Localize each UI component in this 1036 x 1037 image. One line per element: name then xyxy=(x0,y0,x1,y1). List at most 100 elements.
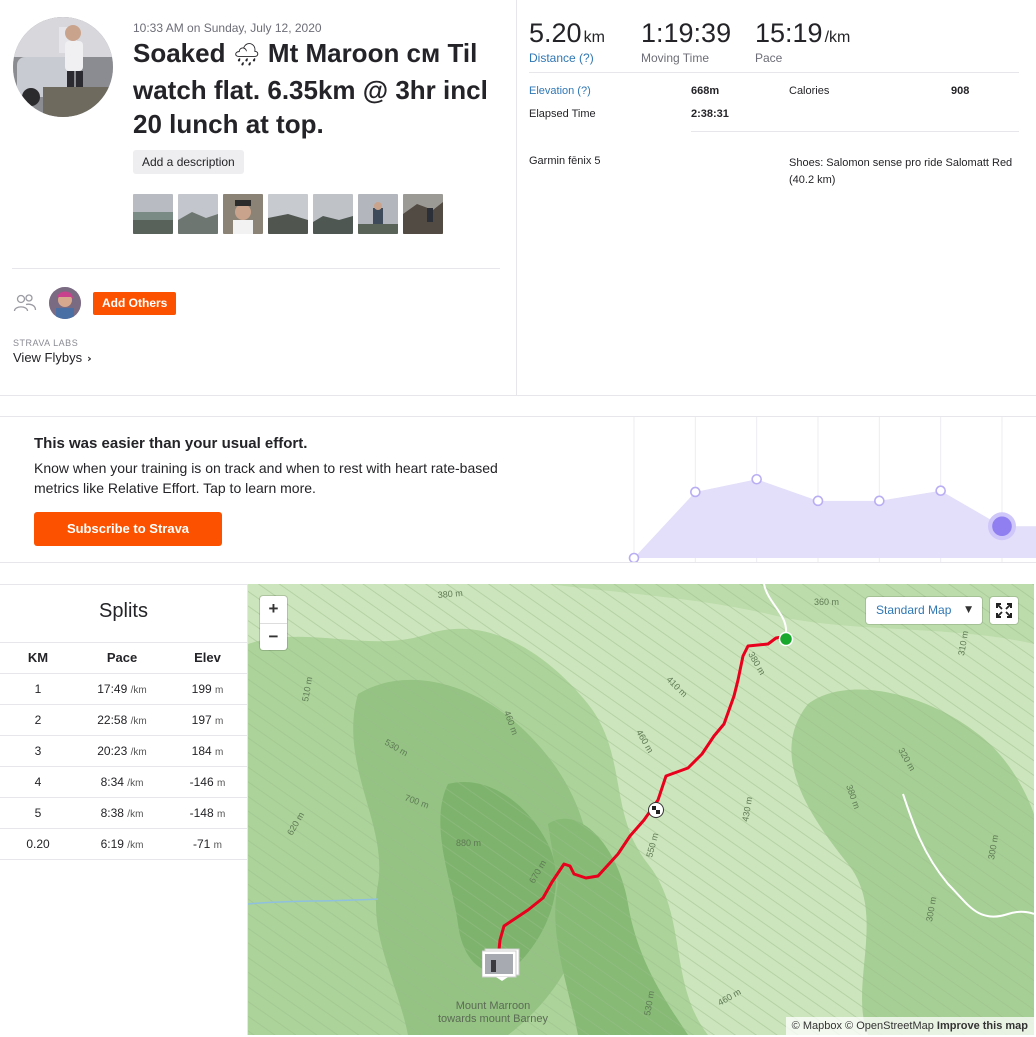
title-text-start: Soaked xyxy=(133,38,226,68)
elevation-help-link[interactable]: Elevation (?) xyxy=(529,85,591,97)
column-header: KM xyxy=(0,643,76,674)
route-map[interactable]: 380 m 360 m 380 m 410 m 460 m 510 m 530 m 460 m… xyxy=(248,584,1034,1035)
chevron-right-icon: › xyxy=(87,352,92,365)
split-km: 3 xyxy=(0,735,76,767)
split-km: 2 xyxy=(0,704,76,736)
map-attribution: © Mapbox © OpenStreetMap Improve this ma… xyxy=(785,1017,1034,1035)
table-row: 1 17:49 /km 199 m xyxy=(0,673,247,705)
poi-line-2: towards mount Barney xyxy=(437,1013,549,1025)
splits-header-row: KM Pace Elev xyxy=(0,643,247,674)
finish-marker[interactable] xyxy=(648,802,664,818)
distance-value: 5.20 xyxy=(529,18,582,48)
photo-thumbnail[interactable] xyxy=(358,194,398,234)
photo-thumbnail[interactable] xyxy=(133,194,173,234)
stat-moving-time: 1:19:39 Moving Time xyxy=(641,18,731,65)
start-marker[interactable] xyxy=(778,631,794,647)
map-style-dropdown[interactable]: Standard Map ▼ xyxy=(866,597,982,624)
table-row: 4 8:34 /km -146 m xyxy=(0,766,247,798)
zoom-in-button[interactable]: + xyxy=(260,596,287,623)
divider xyxy=(691,131,1019,132)
athlete-avatar[interactable] xyxy=(13,17,113,117)
split-km: 4 xyxy=(0,766,76,798)
current-week-point xyxy=(992,516,1012,537)
chart-point xyxy=(812,495,824,507)
moving-time-value: 1:19:39 xyxy=(641,18,732,48)
relative-effort-chart[interactable] xyxy=(620,417,1036,562)
fullscreen-button[interactable] xyxy=(990,597,1018,624)
table-row: 0.20 6:19 /km -71 m xyxy=(0,828,247,860)
osm-link[interactable]: © OpenStreetMap xyxy=(845,1020,934,1032)
photo-thumbnail[interactable] xyxy=(223,194,263,234)
group-athletes-icon xyxy=(13,294,37,312)
subscribe-button[interactable]: Subscribe to Strava xyxy=(34,512,222,546)
zoom-out-button[interactable]: − xyxy=(260,623,287,650)
photo-location-label: Mount Marroon towards mount Barney xyxy=(418,1000,568,1026)
photo-thumbnail[interactable] xyxy=(403,194,443,234)
divider xyxy=(12,268,500,269)
elevation-value: 668m xyxy=(691,85,720,97)
photo-marker[interactable] xyxy=(481,948,522,982)
split-elev: 199 m xyxy=(168,673,247,705)
caret-down-icon: ▼ xyxy=(965,605,972,615)
elapsed-time-value: 2:38:31 xyxy=(691,108,729,120)
table-row: 3 20:23 /km 184 m xyxy=(0,735,247,767)
split-elev: -71 m xyxy=(168,828,247,860)
chart-point xyxy=(935,485,946,496)
activity-header: 10:33 AM on Sunday, July 12, 2020 Soaked… xyxy=(0,0,1036,396)
map-style-label: Standard Map xyxy=(876,603,952,617)
splits-title: Splits xyxy=(0,585,247,643)
chart-point xyxy=(751,473,762,485)
mapbox-link[interactable]: © Mapbox xyxy=(792,1020,842,1032)
photo-strip xyxy=(133,194,443,234)
add-description-button[interactable]: Add a description xyxy=(133,150,244,174)
split-pace: 17:49 /km xyxy=(76,673,168,705)
photo-thumbnail[interactable] xyxy=(268,194,308,234)
rain-cloud-icon: 🌧 xyxy=(232,43,261,68)
poi-line-1: Mount Marroon xyxy=(455,1000,531,1012)
expand-icon xyxy=(996,603,1012,618)
split-km: 1 xyxy=(0,673,76,705)
split-pace: 8:34 /km xyxy=(76,766,168,798)
zoom-controls: + − xyxy=(260,596,287,650)
column-header: Elev xyxy=(168,643,247,674)
tagged-athlete-avatar[interactable] xyxy=(49,287,81,319)
improve-map-link[interactable]: Improve this map xyxy=(937,1020,1028,1032)
chart-point xyxy=(690,486,701,498)
stat-pace: 15:19/km Pace xyxy=(755,18,850,65)
shoes-info: Shoes: Salomon sense pro ride Salomatt R… xyxy=(789,157,1013,186)
photo-thumbnail[interactable] xyxy=(313,194,353,234)
split-elev: 197 m xyxy=(168,704,247,736)
chart-point xyxy=(874,495,885,507)
split-pace: 8:38 /km xyxy=(76,797,168,829)
split-km: 5 xyxy=(0,797,76,829)
photo-thumbnail[interactable] xyxy=(178,194,218,234)
strava-labs-label: STRAVA LABS xyxy=(13,338,79,348)
pace-label: Pace xyxy=(755,51,783,65)
add-others-button[interactable]: Add Others xyxy=(93,292,177,315)
table-row: 2 22:58 /km 197 m xyxy=(0,704,247,736)
split-elev: 184 m xyxy=(168,735,247,767)
column-header: Pace xyxy=(76,643,168,674)
calories-label: Calories xyxy=(789,85,830,97)
calories-value: 908 xyxy=(951,85,970,97)
split-elev: -148 m xyxy=(168,797,247,829)
chart-point xyxy=(628,552,640,562)
elapsed-time-label: Elapsed Time xyxy=(529,108,596,120)
moving-time-label: Moving Time xyxy=(641,51,710,65)
relative-effort-banner: This was easier than your usual effort. … xyxy=(0,416,1036,563)
split-pace: 22:58 /km xyxy=(76,704,168,736)
effort-description: Know when your training is on track and … xyxy=(34,460,498,496)
activity-title: Soaked 🌧 Mt Maroon ᴄᴍ Til watch flat. 6.… xyxy=(133,36,513,141)
contour-label: 880 m xyxy=(456,838,481,848)
stat-distance: 5.20 km Distance (?) xyxy=(529,18,605,65)
split-km: 0.20 xyxy=(0,828,76,860)
device-name: Garmin fēnix 5 xyxy=(529,155,601,167)
split-pace: 20:23 /km xyxy=(76,735,168,767)
distance-help-link[interactable]: Distance (?) xyxy=(529,51,605,65)
view-flybys-label: View Flybys xyxy=(13,350,83,365)
view-flybys-link[interactable]: View Flybys › xyxy=(13,350,92,365)
splits-table: KM Pace Elev 1 17:49 /km 199 m 2 22:58 /… xyxy=(0,643,247,860)
topographic-map[interactable]: 380 m360 m380 m410 m460 m510 m530 m 460 m… xyxy=(248,584,1034,1035)
distance-unit: km xyxy=(583,29,605,46)
splits-panel: Splits KM Pace Elev 1 17:49 /km 199 m 2 … xyxy=(0,584,248,1035)
